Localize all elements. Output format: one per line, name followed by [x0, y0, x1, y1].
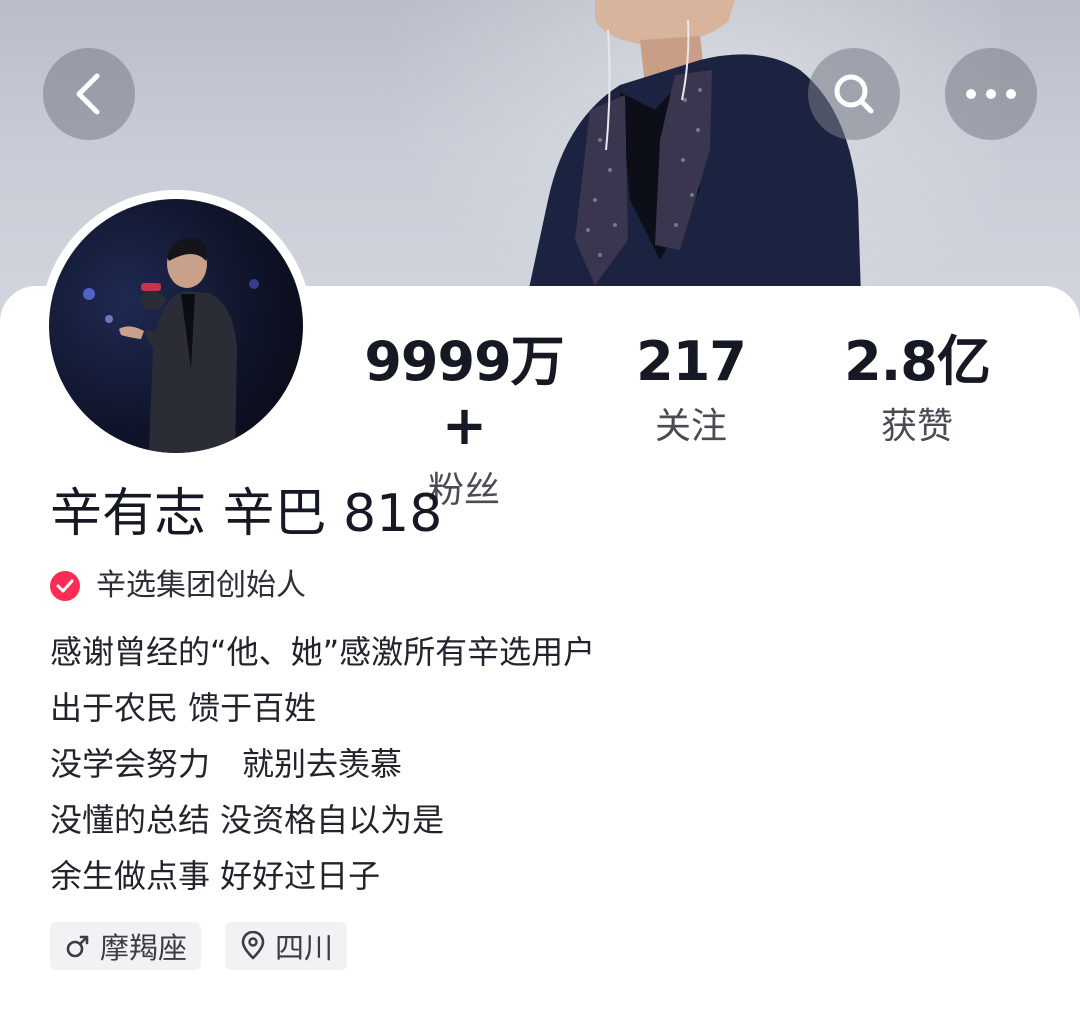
bio-line: 余生做点事 好好过日子 — [50, 857, 381, 895]
verification-row: 辛选集团创始人 — [50, 566, 306, 606]
following-label: 关注 — [654, 406, 727, 447]
followers-count: 9999万+ — [364, 330, 564, 457]
stat-likes[interactable]: 2.8亿 获赞 — [797, 330, 1037, 452]
search-icon — [834, 74, 874, 114]
tag-location[interactable]: 四川 — [225, 922, 348, 970]
back-button[interactable] — [43, 48, 135, 140]
profile-bio: 感谢曾经的“他、她”感激所有辛选用户 出于农民 馈于百姓 没学会努力 就别去羡慕… — [50, 624, 1030, 904]
tag-zodiac[interactable]: 摩羯座 — [50, 922, 202, 970]
bio-line: 出于农民 馈于百姓 — [50, 689, 317, 727]
profile-stats: 9999万+ 粉丝 217 关注 2.8亿 获赞 — [340, 330, 1060, 511]
likes-label: 获赞 — [880, 406, 953, 447]
more-dots-icon — [966, 89, 1016, 99]
profile-name: 辛有志 辛巴 818 — [50, 484, 443, 544]
bio-line: 感谢曾经的“他、她”感激所有辛选用户 — [50, 633, 596, 671]
avatar-singer-illustration — [83, 237, 259, 453]
verification-text: 辛选集团创始人 — [96, 568, 306, 603]
verified-check-icon — [50, 571, 80, 601]
avatar[interactable] — [49, 199, 303, 453]
bio-line: 没学会努力 就别去羡慕 — [50, 745, 403, 783]
bio-line: 没懂的总结 没资格自以为是 — [50, 801, 445, 839]
search-button[interactable] — [808, 48, 900, 140]
tag-zodiac-label: 摩羯座 — [100, 931, 188, 965]
following-count: 217 — [636, 330, 747, 393]
male-icon — [66, 935, 89, 958]
location-pin-icon — [241, 931, 265, 960]
profile-tags: 摩羯座 四川 — [50, 922, 348, 970]
likes-count: 2.8亿 — [844, 330, 991, 393]
chevron-left-icon — [76, 73, 100, 115]
stat-following[interactable]: 217 关注 — [571, 330, 811, 452]
tag-location-label: 四川 — [275, 931, 334, 965]
more-options-button[interactable] — [945, 48, 1037, 140]
